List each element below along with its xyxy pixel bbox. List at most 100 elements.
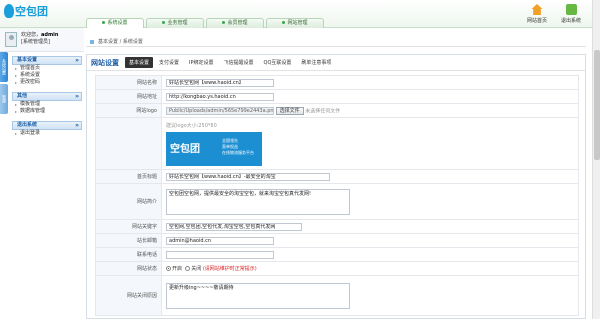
breadcrumb: 基本设置 / 系统设置 xyxy=(86,37,586,47)
form-cell: 开启 关闭 (请网站维护时正常提示) xyxy=(161,261,579,276)
tab-label: 会员管理 xyxy=(227,20,248,26)
keywords-input[interactable]: 空包网,空包团,空包代发,淘宝空包,空包真代发网 xyxy=(166,222,302,231)
tab-label: 网站管理 xyxy=(287,20,308,26)
form-cell: 更新升级ing~~~~敬请期待 xyxy=(161,275,579,316)
site-url-label: 网站地址 xyxy=(95,89,162,104)
user-role: [系统管理员] xyxy=(21,39,50,45)
sidetab-system[interactable]: 系统设置 xyxy=(0,52,8,82)
subtab-basic[interactable]: 基本设置 xyxy=(125,57,154,68)
main-panel: 网站设置 基本设置 支付设置 IP绑定设置 飞信提醒设置 QQ互联设置 刷单注意… xyxy=(86,54,586,319)
avatar xyxy=(5,32,17,47)
form-cell: admin@haoid.cn xyxy=(161,233,579,248)
site-url-input[interactable]: http://kongbao.ys.haoid.cn xyxy=(166,92,274,101)
home-link[interactable]: 网站首页 xyxy=(520,4,554,24)
logo-preview-main: 空包团 xyxy=(170,143,200,155)
close-reason-textarea[interactable]: 更新升级ing~~~~敬请期待 xyxy=(166,282,350,309)
logo-preview-sub: 全国领先 直单权益 在线物流服务平台 xyxy=(222,138,254,156)
tab-dot-icon xyxy=(102,21,106,24)
rss-icon xyxy=(565,4,577,15)
choose-file-button[interactable]: 选择文件 xyxy=(275,106,304,115)
form-row: 网站logo Public/Uploads/admin/565e799e2443… xyxy=(95,103,579,118)
form-row: 网站名称 好站长空包网【www.haoid.cn】 xyxy=(95,75,579,90)
tab-label: 系统设置 xyxy=(107,20,128,26)
settings-form: 网站名称 好站长空包网【www.haoid.cn】 网站地址 http://ko… xyxy=(95,75,579,316)
form-row: 网站状态 开启 关闭 (请网站维护时正常提示) xyxy=(95,261,579,276)
menu-head-exit[interactable]: 退出系统 » xyxy=(12,121,82,130)
logout-label: 退出系统 xyxy=(560,18,581,24)
collapse-icon[interactable]: » xyxy=(75,57,79,64)
logo-text: 空包团 xyxy=(15,5,48,18)
user-name: admin xyxy=(41,32,59,38)
menu-head-other[interactable]: 其他 » xyxy=(12,92,82,101)
logo-preview: 空包团 全国领先 直单权益 在线物流服务平台 xyxy=(166,131,262,166)
form-cell xyxy=(161,247,579,262)
status-close-radio[interactable] xyxy=(185,266,191,271)
subtab-notes[interactable]: 刷单注意事项 xyxy=(297,57,335,68)
sidebar-item-change-password[interactable]: 更改密码 xyxy=(12,79,82,86)
logout-link[interactable]: 退出系统 xyxy=(554,4,588,24)
status-open-radio[interactable] xyxy=(166,266,171,271)
sidebar-item-admin-home[interactable]: 管理首页 xyxy=(12,65,82,72)
form-cell: 空包团空包网，提供最安全的淘宝空包，就来淘宝空包真代发网! xyxy=(161,183,579,220)
collapse-icon[interactable]: » xyxy=(75,93,79,100)
sidebar-item-database[interactable]: 数据库管理 xyxy=(12,108,82,115)
menu-group-basic: 基本设置 » 管理首页 系统设置 更改密码 xyxy=(12,56,82,86)
user-box: 欢迎您，admin [系统管理员] xyxy=(0,28,84,52)
menu-head-label: 其他 xyxy=(17,93,28,99)
logo-size-hint: 建议logo大小:250*80 xyxy=(166,122,217,129)
close-reason-label: 网站关闭原因 xyxy=(95,275,162,316)
status-label: 网站状态 xyxy=(95,261,162,276)
site-name-input[interactable]: 好站长空包网【www.haoid.cn】 xyxy=(166,78,274,87)
logo-preview-sub2: 直单权益 xyxy=(222,143,238,149)
phone-input[interactable] xyxy=(166,250,274,259)
subtab-qq-connect[interactable]: QQ互联设置 xyxy=(260,57,296,68)
tab-dot-icon xyxy=(162,21,166,24)
logo-mark-icon xyxy=(4,4,14,18)
tab-members[interactable]: 会员管理 xyxy=(206,18,264,28)
settings-title: 网站设置 xyxy=(91,58,119,67)
sidetab-manage[interactable]: 管理 xyxy=(0,84,8,114)
subtab-fetion[interactable]: 飞信提醒设置 xyxy=(220,57,258,68)
tab-dot-icon xyxy=(222,21,226,24)
form-cell: http://kongbao.ys.haoid.cn xyxy=(161,89,579,104)
form-cell: Public/Uploads/admin/565e799e2443a.png 选… xyxy=(161,103,579,118)
welcome-prefix: 欢迎您， xyxy=(21,32,42,38)
form-cell-empty xyxy=(95,117,162,170)
menu-head-label: 退出系统 xyxy=(17,122,38,128)
sidebar-item-logout[interactable]: 退出登录 xyxy=(12,130,82,137)
page-scrollbar[interactable] xyxy=(592,0,600,319)
side-tabs: 系统设置 管理 xyxy=(0,52,9,116)
email-input[interactable]: admin@haoid.cn xyxy=(166,236,274,245)
form-row: 网站关键字 空包网,空包团,空包代发,淘宝空包,空包真代发网 xyxy=(95,219,579,234)
logo-path-input[interactable]: Public/Uploads/admin/565e799e2443a.png xyxy=(166,106,274,115)
tab-system-settings[interactable]: 系统设置 xyxy=(86,18,144,28)
form-cell: 建议logo大小:250*80 空包团 全国领先 直单权益 在线物流服务平台 xyxy=(161,117,579,170)
phone-label: 联系电话 xyxy=(95,247,162,262)
logo-preview-sub1: 全国领先 xyxy=(222,137,238,143)
subtab-payment[interactable]: 支付设置 xyxy=(155,57,183,68)
top-tabs: 系统设置 业务管理 会员管理 网站管理 xyxy=(86,18,326,37)
tab-website[interactable]: 网站管理 xyxy=(266,18,324,28)
menu-head-basic[interactable]: 基本设置 » xyxy=(12,56,82,65)
collapse-icon[interactable]: » xyxy=(75,122,79,129)
scrollbar-thumb[interactable] xyxy=(594,50,600,160)
keywords-label: 网站关键字 xyxy=(95,219,162,234)
page-title-label: 首页标题 xyxy=(95,169,162,184)
form-row: 网站关闭原因 更新升级ing~~~~敬请期待 xyxy=(95,275,579,316)
logo-label: 网站logo xyxy=(95,103,162,118)
status-hint: (请网站维护时正常提示) xyxy=(202,266,257,272)
sidebar-item-templates[interactable]: 模板管理 xyxy=(12,101,82,108)
site-desc-textarea[interactable]: 空包团空包网，提供最安全的淘宝空包，就来淘宝空包真代发网! xyxy=(166,188,350,215)
menu-head-label: 基本设置 xyxy=(17,57,38,63)
page-title-input[interactable]: 好站长空包网【www.haoid.cn】-最安全的淘宝 xyxy=(166,172,330,181)
site-name-label: 网站名称 xyxy=(95,75,162,90)
site-logo[interactable]: 空包团 xyxy=(4,3,48,19)
subtab-ip-binding[interactable]: IP绑定设置 xyxy=(185,57,218,68)
tab-business[interactable]: 业务管理 xyxy=(146,18,204,28)
form-cell: 好站长空包网【www.haoid.cn】-最安全的淘宝 xyxy=(161,169,579,184)
sidebar-item-system-settings[interactable]: 系统设置 xyxy=(12,72,82,79)
form-cell: 好站长空包网【www.haoid.cn】 xyxy=(161,75,579,90)
form-row: 建议logo大小:250*80 空包团 全国领先 直单权益 在线物流服务平台 xyxy=(95,117,579,170)
email-label: 站长邮箱 xyxy=(95,233,162,248)
status-close-label: 关闭 xyxy=(191,266,202,272)
